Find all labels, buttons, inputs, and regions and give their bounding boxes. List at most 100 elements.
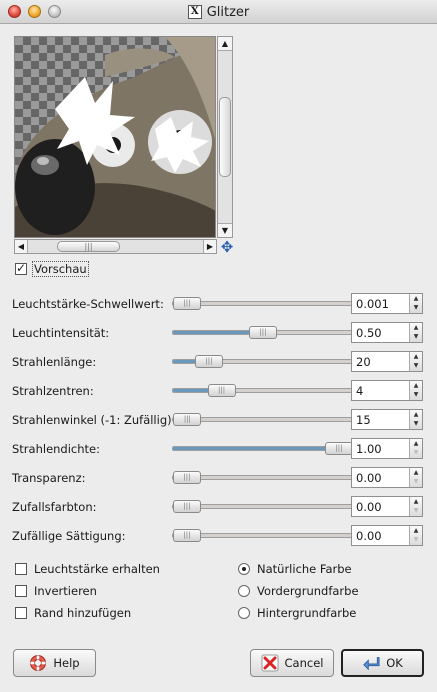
preview-label: Vorschau: [32, 261, 89, 277]
slider-knob[interactable]: |||: [195, 355, 223, 368]
spin-down-icon[interactable]: ▼: [410, 477, 422, 486]
spin-down-icon[interactable]: ▼: [410, 303, 422, 312]
spin-down-icon[interactable]: ▼: [410, 448, 422, 457]
slider-knob[interactable]: |||: [173, 471, 201, 484]
spin-down-icon[interactable]: ▼: [410, 506, 422, 515]
param-slider[interactable]: |||: [172, 297, 354, 310]
option-preserve-luminosity[interactable]: Leuchtstärke erhalten: [15, 562, 160, 576]
param-row-angle: Strahlenwinkel (-1: Zufällig) ||| 15 ▲ ▼: [12, 409, 424, 431]
param-spinbox[interactable]: 4 ▲ ▼: [351, 380, 423, 401]
slider-knob[interactable]: |||: [173, 500, 201, 513]
navigate-cross-icon[interactable]: ✥: [219, 239, 235, 255]
preview-toggle[interactable]: Vorschau: [15, 261, 89, 277]
preview-horizontal-scrollbar[interactable]: ◀ ||| ▶: [14, 239, 217, 254]
param-spinbox[interactable]: 20 ▲ ▼: [351, 351, 423, 372]
ok-button[interactable]: OK: [341, 649, 424, 677]
scroll-left-arrow-icon[interactable]: ◀: [15, 240, 28, 253]
spin-up-icon[interactable]: ▲: [410, 410, 422, 419]
spin-down-icon[interactable]: ▼: [410, 535, 422, 544]
param-row-spike-points: Strahlzentren: ||| 4 ▲ ▼: [12, 380, 424, 402]
param-label: Strahlenlänge:: [12, 355, 97, 369]
radio-button[interactable]: [238, 607, 250, 619]
param-label: Zufällige Sättigung:: [12, 529, 126, 543]
spin-up-icon[interactable]: ▲: [410, 381, 422, 390]
ok-label: OK: [386, 656, 403, 670]
param-spinbox[interactable]: 0.00 ▲ ▼: [351, 467, 423, 488]
preview-vertical-scrollbar[interactable]: ▲ ▼: [217, 36, 233, 238]
scroll-up-arrow-icon[interactable]: ▲: [218, 37, 232, 51]
window-title: Glitzer: [206, 4, 250, 20]
title-bar: X Glitzer: [0, 0, 437, 24]
param-label: Zufallsfarbton:: [12, 500, 97, 514]
help-label: Help: [53, 656, 80, 670]
help-button[interactable]: Help: [13, 649, 96, 677]
param-slider[interactable]: |||: [172, 384, 354, 397]
preview-checkbox[interactable]: [15, 261, 27, 275]
cancel-label: Cancel: [284, 656, 324, 670]
checkbox[interactable]: [15, 563, 27, 575]
spin-down-icon[interactable]: ▼: [410, 419, 422, 428]
radio-button[interactable]: [238, 585, 250, 597]
option-label: Invertieren: [34, 584, 97, 598]
param-slider[interactable]: |||: [172, 471, 354, 484]
slider-knob[interactable]: |||: [173, 413, 202, 426]
radio-foreground-color[interactable]: Vordergrundfarbe: [238, 584, 359, 598]
param-row-threshold: Leuchtstärke-Schwellwert: ||| 0.001 ▲ ▼: [12, 293, 424, 315]
param-spinbox[interactable]: 1.00 ▲ ▼: [351, 438, 423, 459]
param-slider[interactable]: |||: [172, 529, 354, 542]
spin-up-icon[interactable]: ▲: [410, 294, 422, 303]
param-slider[interactable]: |||: [172, 442, 354, 455]
param-row-length: Strahlenlänge: ||| 20 ▲ ▼: [12, 351, 424, 373]
spin-up-icon[interactable]: ▲: [410, 526, 422, 535]
param-row-random-saturation: Zufällige Sättigung: ||| 0.00 ▲ ▼: [12, 525, 424, 547]
cancel-button[interactable]: Cancel: [250, 649, 334, 677]
radio-button[interactable]: [238, 563, 250, 575]
slider-knob[interactable]: |||: [173, 297, 201, 310]
param-spinbox[interactable]: 15 ▲ ▼: [351, 409, 423, 430]
option-label: Leuchtstärke erhalten: [34, 562, 160, 576]
preview-image[interactable]: [14, 36, 216, 238]
spin-down-icon[interactable]: ▼: [410, 390, 422, 399]
scroll-right-arrow-icon[interactable]: ▶: [203, 240, 216, 253]
lifebuoy-icon: [29, 654, 47, 672]
radio-natural-color[interactable]: Natürliche Farbe: [238, 562, 352, 576]
radio-label: Hintergrundfarbe: [257, 606, 357, 620]
param-label: Transparenz:: [12, 471, 86, 485]
radio-label: Natürliche Farbe: [257, 562, 352, 576]
spin-down-icon[interactable]: ▼: [410, 361, 422, 370]
radio-label: Vordergrundfarbe: [257, 584, 359, 598]
vertical-scroll-thumb[interactable]: [219, 97, 231, 177]
radio-background-color[interactable]: Hintergrundfarbe: [238, 606, 356, 620]
param-label: Strahlenwinkel (-1: Zufällig): [12, 413, 172, 427]
option-invert[interactable]: Invertieren: [15, 584, 97, 598]
slider-knob[interactable]: |||: [173, 529, 201, 542]
spin-up-icon[interactable]: ▲: [410, 439, 422, 448]
param-spinbox[interactable]: 0.001 ▲ ▼: [351, 293, 423, 314]
spin-down-icon[interactable]: ▼: [410, 332, 422, 341]
option-label: Rand hinzufügen: [34, 606, 132, 620]
param-label: Leuchtstärke-Schwellwert:: [12, 297, 164, 311]
checkbox[interactable]: [15, 585, 27, 597]
param-label: Leuchtintensität:: [12, 326, 110, 340]
spin-up-icon[interactable]: ▲: [410, 468, 422, 477]
option-add-border[interactable]: Rand hinzufügen: [15, 606, 131, 620]
spin-up-icon[interactable]: ▲: [410, 352, 422, 361]
param-slider[interactable]: |||: [172, 500, 354, 513]
param-spinbox[interactable]: 0.00 ▲ ▼: [351, 525, 423, 546]
slider-knob[interactable]: |||: [325, 442, 353, 455]
param-label: Strahlzentren:: [12, 384, 94, 398]
spin-up-icon[interactable]: ▲: [410, 323, 422, 332]
slider-knob[interactable]: |||: [249, 326, 277, 339]
slider-knob[interactable]: |||: [207, 384, 236, 397]
horizontal-scroll-thumb[interactable]: |||: [57, 241, 120, 252]
param-row-density: Strahlendichte: ||| 1.00 ▲ ▼: [12, 438, 424, 460]
checkbox[interactable]: [15, 607, 27, 619]
param-spinbox[interactable]: 0.00 ▲ ▼: [351, 496, 423, 517]
scroll-down-arrow-icon[interactable]: ▼: [218, 223, 232, 237]
spin-up-icon[interactable]: ▲: [410, 497, 422, 506]
param-slider[interactable]: |||: [172, 326, 354, 339]
param-spinbox[interactable]: 0.50 ▲ ▼: [351, 322, 423, 343]
param-slider[interactable]: |||: [172, 355, 354, 368]
param-slider[interactable]: |||: [172, 413, 354, 426]
cancel-x-icon: [261, 654, 279, 672]
